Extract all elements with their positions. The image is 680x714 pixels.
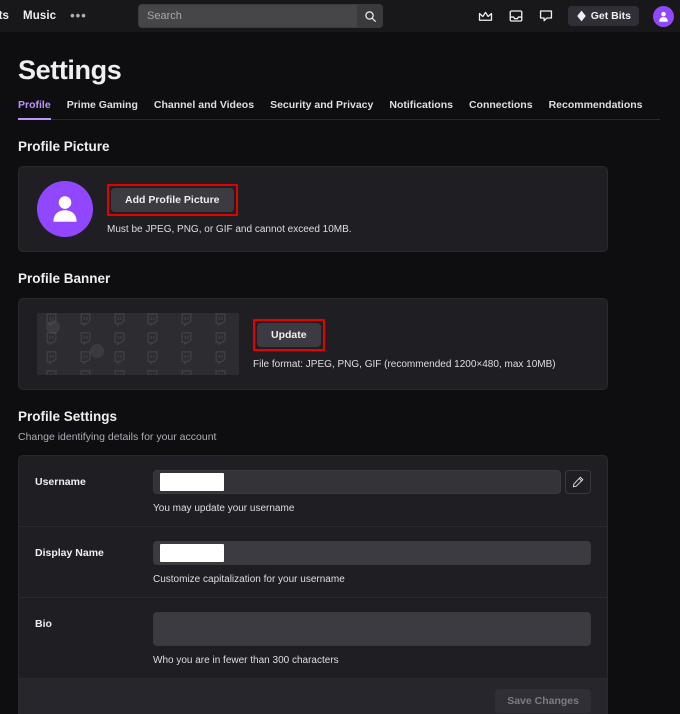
search-bar <box>138 4 383 28</box>
tab-notifications[interactable]: Notifications <box>389 99 453 120</box>
display-name-redacted-value <box>160 544 224 562</box>
bio-textarea[interactable] <box>153 612 591 646</box>
username-input[interactable] <box>153 470 561 494</box>
twitch-glitch-icon <box>114 370 125 375</box>
edit-username-button[interactable] <box>565 470 591 494</box>
person-icon <box>659 11 668 22</box>
profile-settings-footer: Save Changes <box>19 679 607 714</box>
tab-connections[interactable]: Connections <box>469 99 533 120</box>
twitch-glitch-icon <box>147 313 158 327</box>
top-nav-right-actions: Get Bits <box>478 0 674 32</box>
twitch-glitch-icon <box>215 370 226 375</box>
profile-banner-heading: Profile Banner <box>18 271 111 286</box>
twitch-glitch-icon <box>46 313 57 327</box>
nav-link-music[interactable]: Music <box>23 10 56 22</box>
username-label: Username <box>35 476 86 488</box>
settings-row-display-name: Display Name Customize capitalization fo… <box>19 527 607 598</box>
pencil-icon <box>572 476 584 488</box>
profile-settings-card: Username You may update your username Di… <box>18 455 608 714</box>
twitch-glitch-icon <box>80 370 91 375</box>
twitch-glitch-icon <box>215 351 226 365</box>
search-button[interactable] <box>357 4 383 28</box>
twitch-glitch-icon <box>114 332 125 346</box>
whispers-icon[interactable] <box>538 8 554 24</box>
tab-recommendations[interactable]: Recommendations <box>549 99 643 120</box>
tab-channel-and-videos[interactable]: Channel and Videos <box>154 99 254 120</box>
twitch-glitch-icon <box>46 370 57 375</box>
update-banner-button[interactable]: Update <box>257 322 321 347</box>
twitch-glitch-icon <box>181 332 192 346</box>
crown-icon[interactable] <box>478 8 494 24</box>
bio-help-text: Who you are in fewer than 300 characters <box>153 655 339 666</box>
top-nav-left-links: rts Music ••• <box>0 9 87 22</box>
settings-row-bio: Bio Who you are in fewer than 300 charac… <box>19 598 607 679</box>
tab-prime-gaming[interactable]: Prime Gaming <box>67 99 138 120</box>
twitch-glitch-icon <box>147 370 158 375</box>
tab-security-and-privacy[interactable]: Security and Privacy <box>270 99 373 120</box>
settings-row-username: Username You may update your username <box>19 456 607 527</box>
profile-picture-help-text: Must be JPEG, PNG, or GIF and cannot exc… <box>107 223 352 235</box>
twitch-glitch-icon <box>215 313 226 327</box>
twitch-glitch-icon <box>46 351 57 365</box>
twitch-glitch-icon <box>181 370 192 375</box>
nav-more-icon[interactable]: ••• <box>70 9 87 22</box>
username-redacted-value <box>160 473 224 491</box>
search-input[interactable] <box>138 4 357 28</box>
save-changes-button[interactable]: Save Changes <box>495 689 591 713</box>
person-icon <box>53 196 77 222</box>
inbox-icon[interactable] <box>508 8 524 24</box>
twitch-glitch-icon <box>114 313 125 327</box>
display-name-label: Display Name <box>35 547 104 559</box>
search-icon <box>364 10 376 22</box>
twitch-glitch-icon <box>181 313 192 327</box>
add-profile-picture-button[interactable]: Add Profile Picture <box>111 187 234 212</box>
update-banner-highlight: Update <box>253 318 325 351</box>
nav-link-esports[interactable]: rts <box>0 10 9 22</box>
add-profile-picture-highlight: Add Profile Picture <box>107 183 238 216</box>
display-name-input[interactable] <box>153 541 591 565</box>
twitch-glitch-icon <box>147 351 158 365</box>
twitch-glitch-icon <box>46 332 57 346</box>
profile-settings-subtitle: Change identifying details for your acco… <box>18 431 217 443</box>
tab-profile[interactable]: Profile <box>18 99 51 120</box>
bits-diamond-icon <box>576 10 586 22</box>
profile-banner-card: Update File format: JPEG, PNG, GIF (reco… <box>18 298 608 390</box>
get-bits-button[interactable]: Get Bits <box>567 6 639 26</box>
twitch-glitch-pattern <box>37 313 239 375</box>
profile-settings-heading: Profile Settings <box>18 409 118 424</box>
username-help-text: You may update your username <box>153 503 295 514</box>
bio-label: Bio <box>35 618 52 630</box>
twitch-glitch-icon <box>114 351 125 365</box>
settings-tab-bar: Profile Prime Gaming Channel and Videos … <box>18 99 660 120</box>
profile-picture-card: Add Profile Picture Must be JPEG, PNG, o… <box>18 166 608 252</box>
profile-picture-heading: Profile Picture <box>18 139 110 154</box>
profile-picture-preview <box>37 181 93 237</box>
profile-banner-help-text: File format: JPEG, PNG, GIF (recommended… <box>253 358 556 370</box>
settings-page: Settings Profile Prime Gaming Channel an… <box>0 55 680 714</box>
page-title: Settings <box>18 55 122 85</box>
profile-banner-preview <box>37 313 239 375</box>
user-avatar[interactable] <box>653 5 674 27</box>
twitch-glitch-icon <box>80 351 91 365</box>
twitch-glitch-icon <box>181 351 192 365</box>
top-navigation-bar: rts Music ••• <box>0 0 680 32</box>
twitch-glitch-icon <box>80 332 91 346</box>
twitch-glitch-icon <box>147 332 158 346</box>
get-bits-label: Get Bits <box>590 10 631 22</box>
twitch-glitch-icon <box>215 332 226 346</box>
display-name-help-text: Customize capitalization for your userna… <box>153 574 345 585</box>
twitch-glitch-icon <box>80 313 91 327</box>
